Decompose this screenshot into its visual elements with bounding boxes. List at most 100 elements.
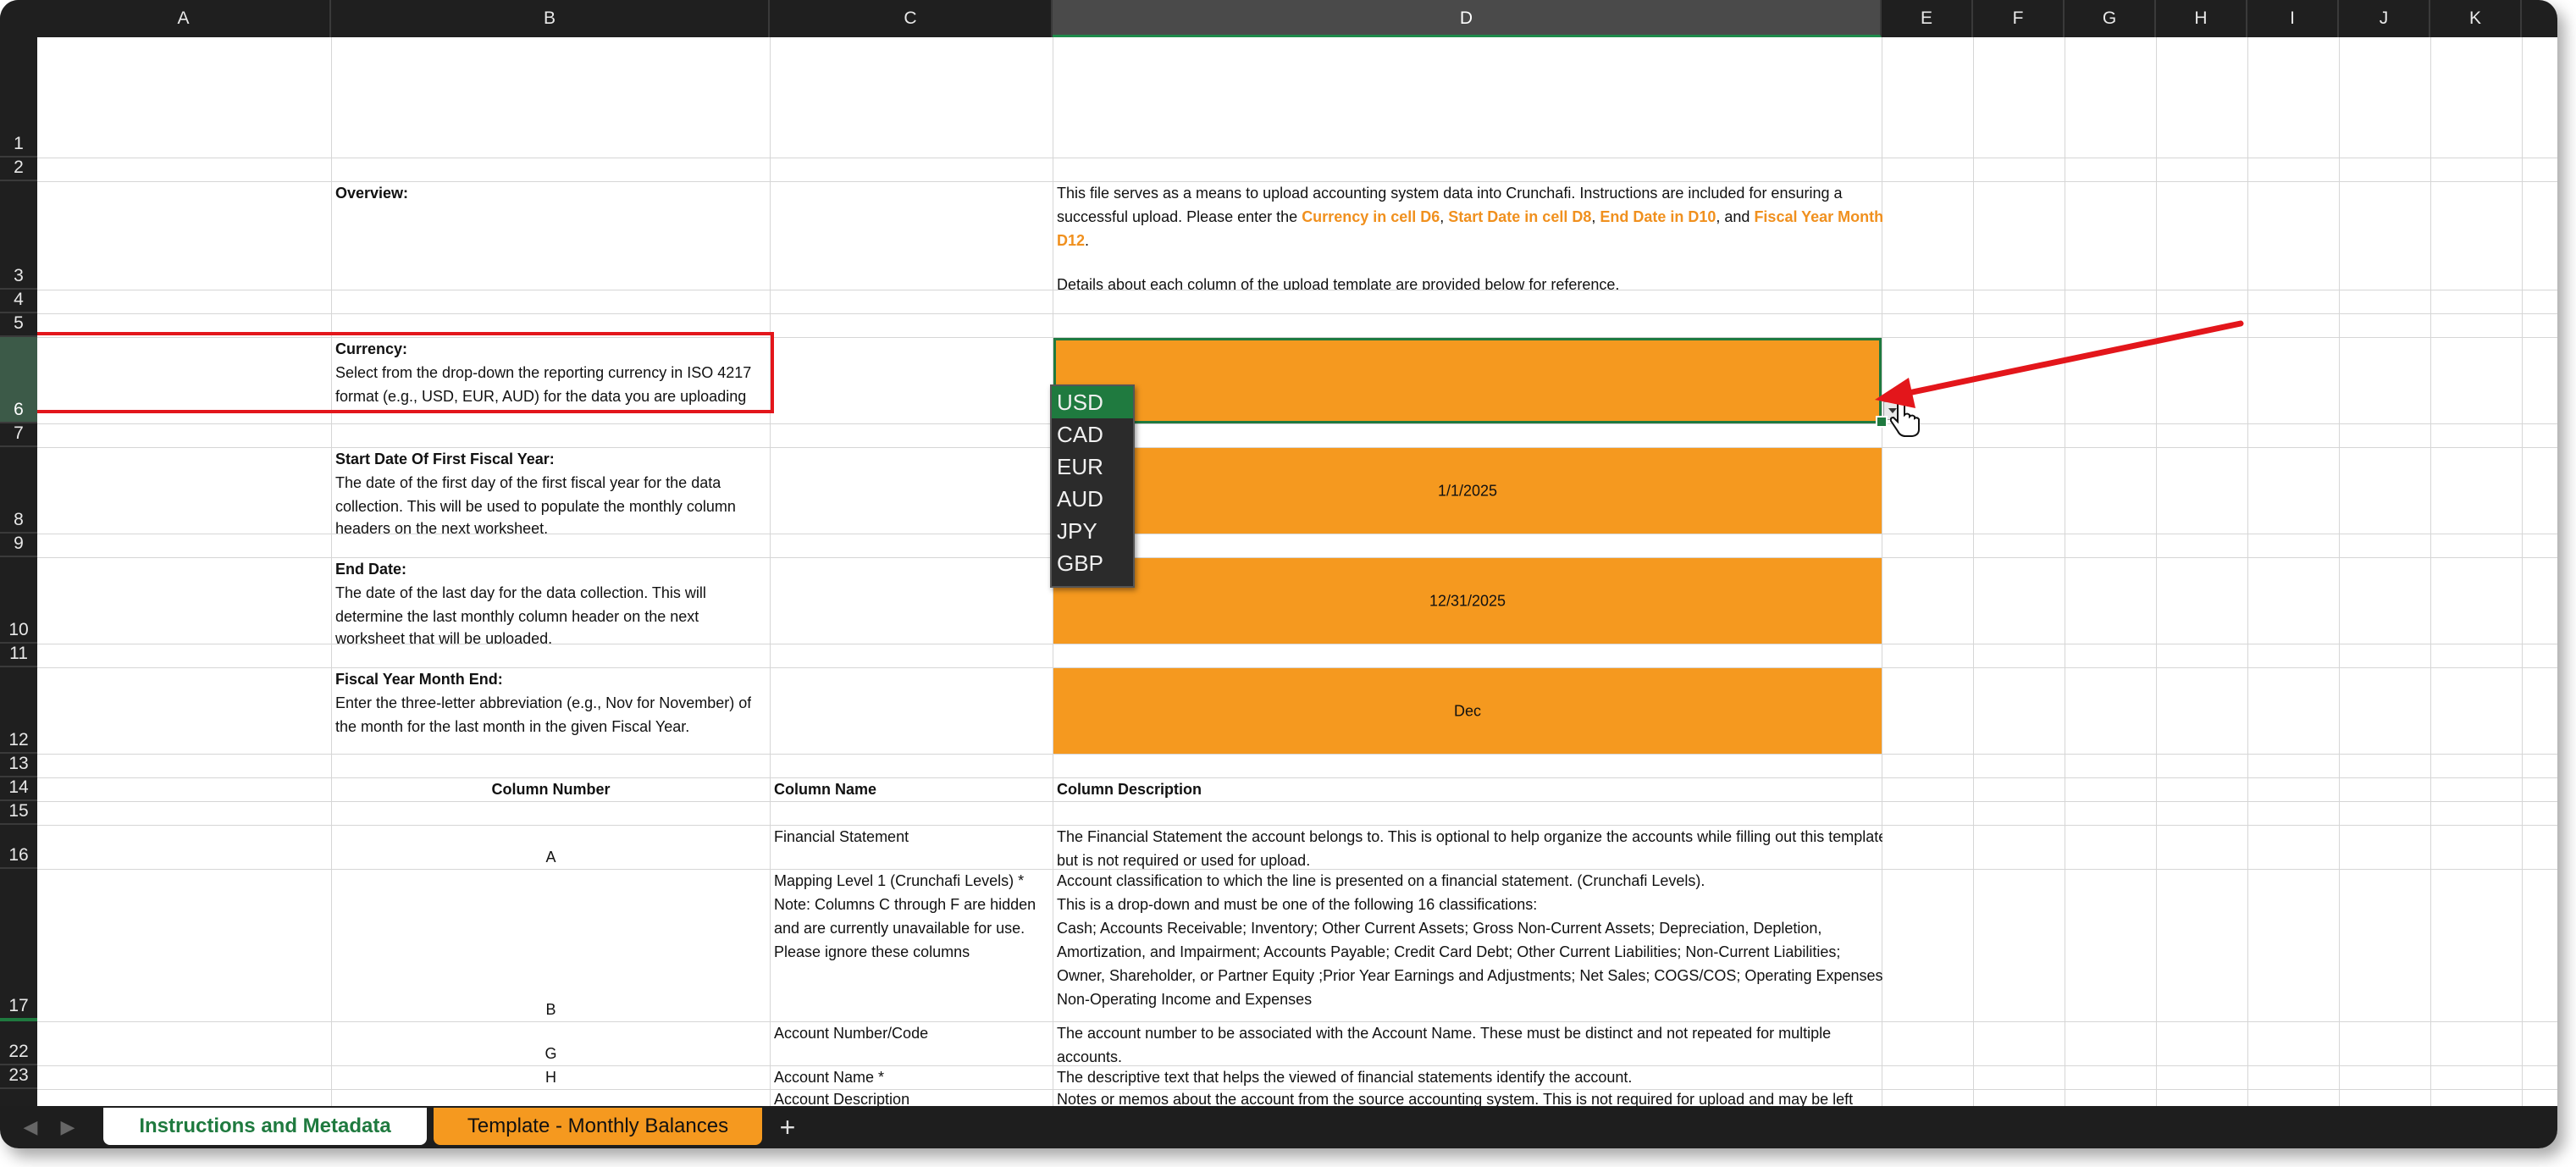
tab-template-monthly-balances[interactable]: Template - Monthly Balances: [434, 1108, 762, 1145]
row-header[interactable]: 14: [0, 777, 37, 801]
row16-description-line-1: The Financial Statement the account belo…: [1057, 828, 1882, 845]
row17-column-name-line-1: Mapping Level 1 (Crunchafi Levels) *: [774, 872, 1025, 889]
row17-description-line-2: This is a drop-down and must be one of t…: [1057, 896, 1538, 913]
row-header-selected[interactable]: 6: [0, 337, 37, 423]
row-header[interactable]: 2: [0, 158, 37, 181]
row-header[interactable]: 12: [0, 667, 37, 754]
start-date-desc-line-1: The date of the first day of the first f…: [335, 474, 721, 491]
select-all-corner[interactable]: [0, 0, 37, 37]
column-header-j[interactable]: J: [2339, 0, 2430, 37]
row22-description-line-2: accounts.: [1057, 1048, 1123, 1065]
fiscal-month-label: Fiscal Year Month End:: [335, 671, 503, 688]
row-header[interactable]: 22: [0, 1021, 37, 1065]
fiscal-month-value: Dec: [1453, 702, 1481, 719]
end-date-desc-line-1: The date of the last day for the data co…: [335, 584, 706, 601]
row-header[interactable]: 23: [0, 1065, 37, 1089]
highlight-box: [37, 332, 774, 413]
row23-description: The descriptive text that helps the view…: [1057, 1069, 1633, 1086]
spreadsheet-window: A B C D E F G H I J K 1 2 3 4 5 6 7 8 9 …: [0, 0, 2557, 1148]
end-date-cell[interactable]: 12/31/2025: [1053, 558, 1882, 644]
row16-column-number: A: [545, 849, 556, 866]
row-header[interactable]: 4: [0, 290, 37, 313]
add-sheet-button[interactable]: +: [767, 1111, 808, 1143]
row17-column-name-line-3: and are currently unavailable for use.: [774, 920, 1025, 937]
row17-description-line-6: Non-Operating Income and Expenses: [1057, 991, 1313, 1008]
column-header-b[interactable]: B: [331, 0, 770, 37]
dropdown-option[interactable]: JPY: [1052, 515, 1133, 547]
red-arrow-icon: [1875, 320, 2244, 408]
row22-column-name: Account Number/Code: [774, 1025, 929, 1042]
column-header-bar: A B C D E F G H I J K: [0, 0, 2557, 37]
dropdown-option[interactable]: CAD: [1052, 418, 1133, 451]
column-header-e[interactable]: E: [1882, 0, 1973, 37]
row-header[interactable]: 9: [0, 534, 37, 557]
row17-description-line-4: Amortization, and Impairment; Accounts P…: [1057, 943, 1841, 960]
row-header[interactable]: 11: [0, 644, 37, 667]
overview-line-3: D12.: [1057, 232, 1090, 249]
column-header-g[interactable]: G: [2065, 0, 2156, 37]
row-header[interactable]: 16: [0, 825, 37, 869]
fill-handle[interactable]: [1876, 416, 1888, 428]
end-date-value: 12/31/2025: [1429, 592, 1506, 609]
end-date-desc-line-2: determine the last monthly column header…: [335, 608, 699, 625]
row-header-bar: 1 2 3 4 5 6 7 8 9 10 11 12 13 14 15 16 1…: [0, 37, 37, 1106]
row-header[interactable]: 3: [0, 181, 37, 290]
dropdown-option[interactable]: USD: [1052, 386, 1133, 418]
sheet-tab-bar: ◀ ▶ Instructions and Metadata Template -…: [0, 1106, 2557, 1148]
next-sheet-icon[interactable]: ▶: [56, 1114, 80, 1140]
row-header[interactable]: 7: [0, 423, 37, 447]
previous-sheet-icon[interactable]: ◀: [19, 1114, 42, 1140]
row23-column-name: Account Name *: [774, 1069, 885, 1086]
row17-description-line-1: Account classification to which the line…: [1057, 872, 1705, 889]
column-header-f[interactable]: F: [1973, 0, 2065, 37]
row17-column-number: B: [545, 1001, 556, 1018]
overview-line-4: Details about each column of the upload …: [1057, 276, 1620, 290]
row-header[interactable]: 5: [0, 313, 37, 337]
start-date-desc-line-3: headers on the next worksheet.: [335, 520, 549, 534]
row24-description: Notes or memos about the account from th…: [1057, 1091, 1854, 1106]
row-header[interactable]: 1: [0, 37, 37, 158]
fiscal-month-desc-line-2: the month for the last month in the give…: [335, 718, 690, 735]
dropdown-option[interactable]: EUR: [1052, 451, 1133, 483]
tab-instructions-and-metadata[interactable]: Instructions and Metadata: [103, 1108, 427, 1145]
column-header-k[interactable]: K: [2430, 0, 2522, 37]
start-date-label: Start Date Of First Fiscal Year:: [335, 451, 555, 467]
row-header[interactable]: 17: [0, 869, 37, 1021]
row24-column-name: Account Description: [774, 1091, 910, 1106]
row17-column-name-line-4: Please ignore these columns: [774, 943, 970, 960]
start-date-cell[interactable]: 1/1/2025: [1053, 448, 1882, 534]
dropdown-option[interactable]: GBP: [1052, 547, 1133, 579]
column-header-i[interactable]: I: [2247, 0, 2339, 37]
column-name-header: Column Name: [774, 781, 877, 798]
column-header-a[interactable]: A: [37, 0, 331, 37]
row-header[interactable]: 15: [0, 801, 37, 825]
row16-description-line-2: but is not required or used for upload.: [1057, 852, 1311, 869]
column-description-header: Column Description: [1057, 781, 1202, 798]
cell-grid[interactable]: Overview: This file serves as a means to…: [37, 37, 2557, 1106]
column-header-c[interactable]: C: [770, 0, 1053, 37]
column-number-header: Column Number: [491, 781, 611, 798]
row-header[interactable]: 13: [0, 754, 37, 777]
fiscal-month-cell[interactable]: Dec: [1053, 668, 1882, 754]
row22-column-number: G: [544, 1045, 557, 1062]
start-date-desc-line-2: collection. This will be used to populat…: [335, 498, 736, 515]
row17-column-name-line-2: Note: Columns C through F are hidden: [774, 896, 1036, 913]
dropdown-option[interactable]: AUD: [1052, 483, 1133, 515]
row16-column-name: Financial Statement: [774, 828, 909, 845]
row-header[interactable]: 8: [0, 447, 37, 534]
currency-input-cell[interactable]: [1053, 338, 1882, 423]
row17-description-line-5: Owner, Shareholder, or Partner Equity ;P…: [1057, 967, 1882, 984]
row-header[interactable]: 10: [0, 557, 37, 644]
currency-dropdown-list: USD CAD EUR AUD JPY GBP: [1050, 384, 1135, 588]
fiscal-month-desc-line-1: Enter the three-letter abbreviation (e.g…: [335, 694, 752, 711]
row17-description-line-3: Cash; Accounts Receivable; Inventory; Ot…: [1057, 920, 1822, 937]
row23-column-number: H: [545, 1069, 556, 1086]
column-header-h[interactable]: H: [2156, 0, 2247, 37]
start-date-value: 1/1/2025: [1437, 482, 1498, 499]
column-header-d[interactable]: D: [1053, 0, 1882, 37]
overview-line-2: successful upload. Please enter the Curr…: [1057, 208, 1882, 225]
overview-line-1: This file serves as a means to upload ac…: [1057, 185, 1843, 202]
row22-description-line-1: The account number to be associated with…: [1057, 1025, 1832, 1042]
overview-label: Overview:: [335, 185, 409, 202]
end-date-desc-line-3: worksheet that will be uploaded.: [335, 630, 553, 644]
